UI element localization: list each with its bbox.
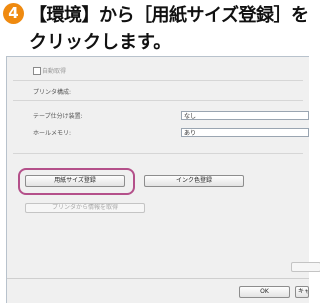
paper-size-register-button[interactable]: 用紙サイズ登録 bbox=[25, 175, 125, 187]
divider bbox=[13, 100, 303, 101]
divider bbox=[7, 278, 309, 279]
ok-button[interactable]: OK bbox=[239, 286, 290, 298]
step-number-badge: 4 bbox=[3, 3, 24, 24]
instruction-header: 4 【環境】から［用紙サイズ登録］を クリックします。 bbox=[0, 0, 309, 56]
instruction-line-2: クリックします。 bbox=[29, 32, 172, 53]
hole-memory-select[interactable]: あり bbox=[181, 128, 309, 137]
divider bbox=[13, 80, 303, 81]
hole-memory-label: ホールメモリ: bbox=[33, 130, 72, 137]
tape-cutter-label: テープ仕分け装置: bbox=[33, 113, 83, 120]
environment-dialog: 自動取得 プリンタ構成: テープ仕分け装置: なし ホールメモリ: あり 用紙サ… bbox=[6, 56, 320, 303]
ink-color-register-button[interactable]: インク色登録 bbox=[144, 175, 244, 187]
divider bbox=[13, 153, 303, 154]
tape-cutter-select[interactable]: なし bbox=[181, 111, 309, 120]
instruction-line-1: 【環境】から［用紙サイズ登録］を bbox=[29, 5, 309, 26]
printer-config-label: プリンタ構成: bbox=[33, 89, 72, 96]
get-printer-info-button[interactable]: プリンタから情報を取得 bbox=[25, 203, 145, 213]
auto-acquire-label: 自動取得 bbox=[42, 68, 67, 75]
cancel-button[interactable]: キャンセル bbox=[295, 286, 309, 298]
auto-acquire-checkbox[interactable] bbox=[33, 67, 41, 75]
extra-button[interactable] bbox=[291, 262, 320, 272]
